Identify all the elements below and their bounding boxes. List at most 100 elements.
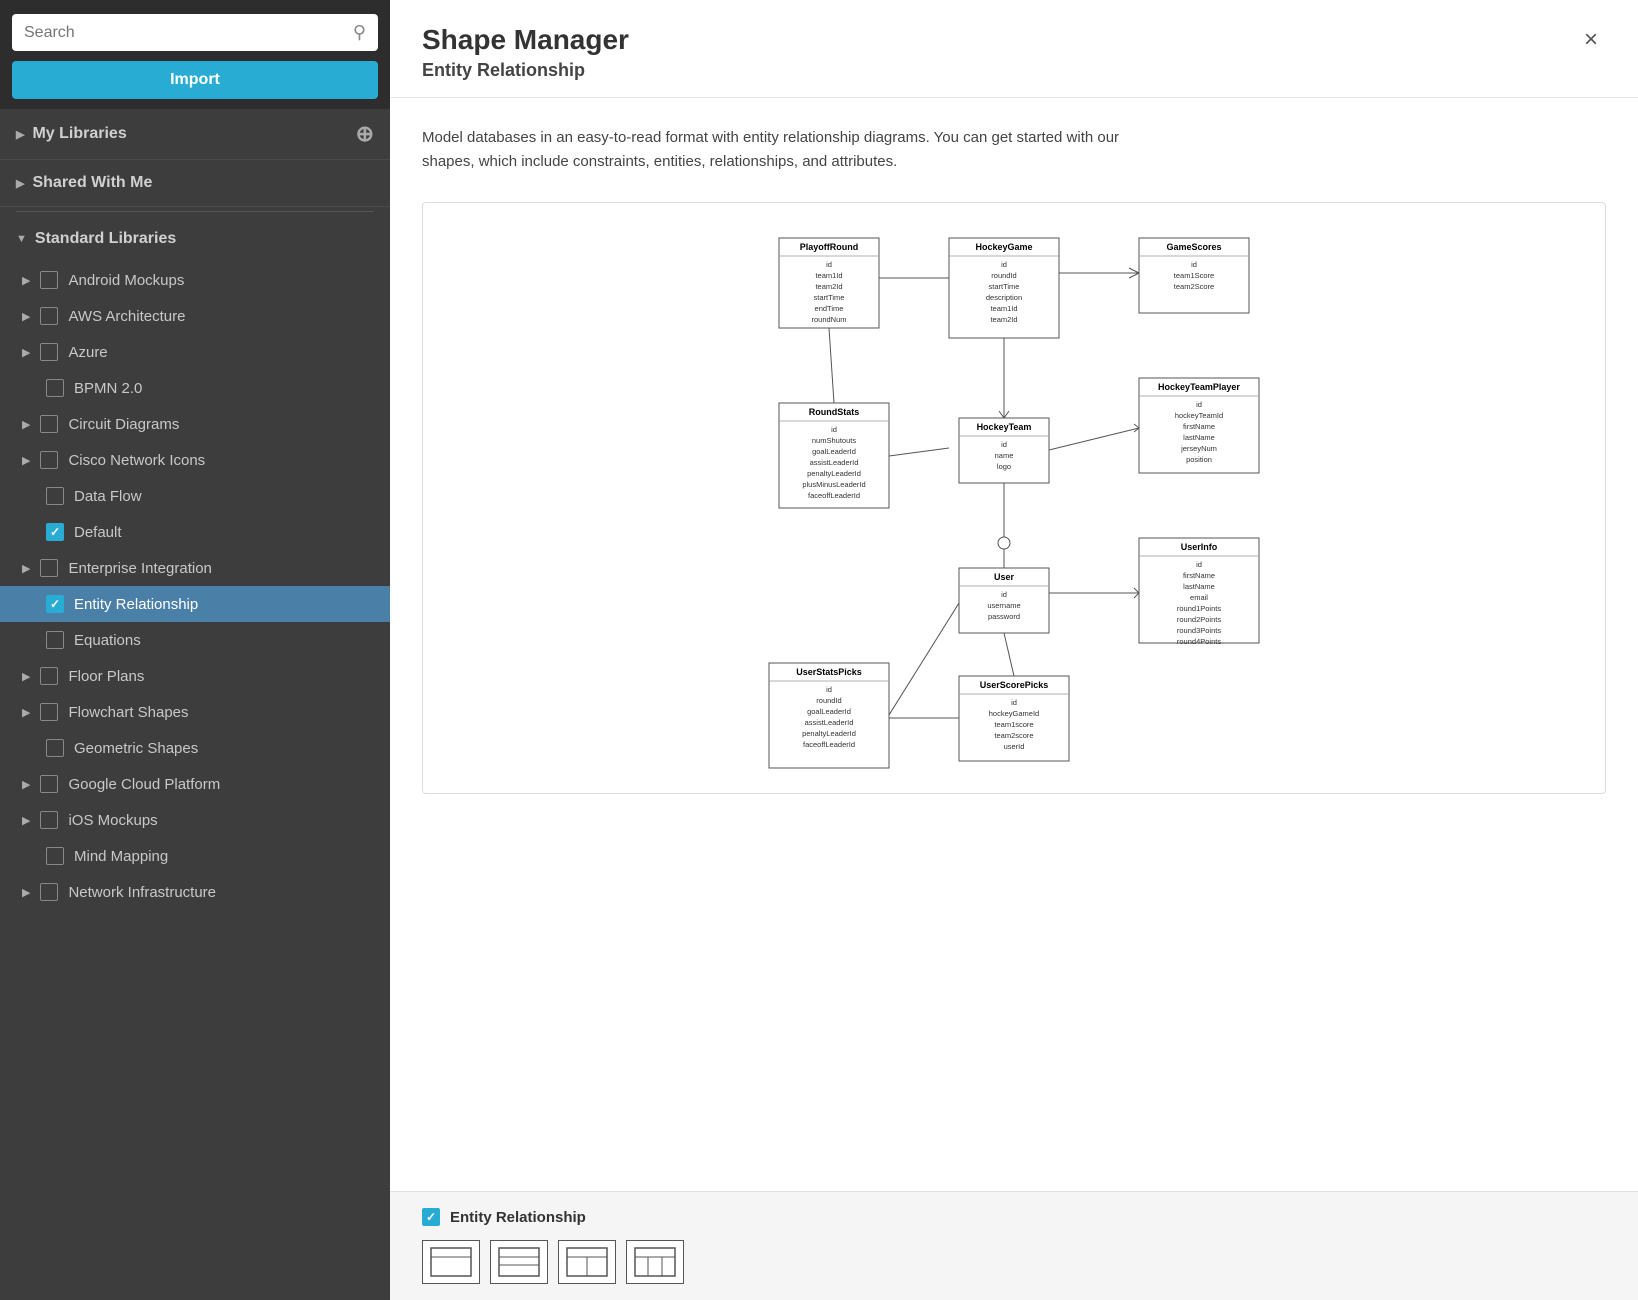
geometric-shapes-label: Geometric Shapes xyxy=(74,740,198,757)
sidebar-item-geometric-shapes[interactable]: Geometric Shapes xyxy=(0,730,390,766)
svg-text:goalLeaderId: goalLeaderId xyxy=(812,447,856,456)
svg-text:HockeyTeamPlayer: HockeyTeamPlayer xyxy=(1158,382,1240,392)
sidebar-item-cisco-network-icons[interactable]: ▶Cisco Network Icons xyxy=(0,442,390,478)
svg-text:id: id xyxy=(1196,400,1202,409)
svg-text:plusMinusLeaderId: plusMinusLeaderId xyxy=(802,480,865,489)
sidebar-item-enterprise-integration[interactable]: ▶ Enterprise Integration xyxy=(0,550,390,586)
mind-mapping-checkbox[interactable] xyxy=(46,847,64,865)
svg-text:assistLeaderId: assistLeaderId xyxy=(805,718,854,727)
circuit-diagrams-checkbox[interactable] xyxy=(40,415,58,433)
aws-architecture-checkbox[interactable] xyxy=(40,307,58,325)
svg-text:startTime: startTime xyxy=(989,282,1020,291)
svg-text:roundId: roundId xyxy=(816,696,841,705)
floor-plans-checkbox[interactable] xyxy=(40,667,58,685)
shape-thumb-2 xyxy=(490,1240,548,1284)
diagram-preview: .er-box { fill: white; stroke: #555; str… xyxy=(422,202,1606,794)
ios-mockups-label: iOS Mockups xyxy=(68,812,157,829)
svg-text:roundNum: roundNum xyxy=(811,315,846,324)
geometric-shapes-checkbox[interactable] xyxy=(46,739,64,757)
sidebar-item-network-infrastructure[interactable]: ▶Network Infrastructure xyxy=(0,874,390,910)
svg-text:id: id xyxy=(1001,440,1007,449)
svg-text:id: id xyxy=(826,260,832,269)
main-panel: Shape Manager Entity Relationship × Mode… xyxy=(390,0,1638,1300)
azure-checkbox[interactable] xyxy=(40,343,58,361)
aws-architecture-label: AWS Architecture xyxy=(68,308,185,325)
svg-text:id: id xyxy=(1196,560,1202,569)
equations-checkbox[interactable] xyxy=(46,631,64,649)
sidebar-item-bpmn-2[interactable]: BPMN 2.0 xyxy=(0,370,390,406)
network-infrastructure-chevron: ▶ xyxy=(22,886,30,899)
standard-chevron: ▼ xyxy=(16,233,27,245)
svg-text:id: id xyxy=(1191,260,1197,269)
svg-text:round4Points: round4Points xyxy=(1177,637,1221,646)
footer-label: Entity Relationship xyxy=(450,1209,586,1226)
google-cloud-platform-checkbox[interactable] xyxy=(40,775,58,793)
search-box[interactable]: ⚲ xyxy=(12,14,378,51)
svg-text:startTime: startTime xyxy=(814,293,845,302)
android-mockups-checkbox[interactable] xyxy=(40,271,58,289)
standard-libraries-label: Standard Libraries xyxy=(35,230,176,248)
sidebar-item-equations[interactable]: Equations xyxy=(0,622,390,658)
footer-checkbox[interactable] xyxy=(422,1208,440,1226)
svg-text:id: id xyxy=(1001,260,1007,269)
svg-text:position: position xyxy=(1186,455,1212,464)
network-infrastructure-checkbox[interactable] xyxy=(40,883,58,901)
bpmn-2-checkbox[interactable] xyxy=(46,379,64,397)
sidebar-item-google-cloud-platform[interactable]: ▶Google Cloud Platform xyxy=(0,766,390,802)
close-button[interactable]: × xyxy=(1576,24,1606,56)
sidebar-item-data-flow[interactable]: Data Flow xyxy=(0,478,390,514)
enterprise-integration-checkbox[interactable] xyxy=(40,559,58,577)
description-text: Model databases in an easy-to-read forma… xyxy=(422,126,1122,174)
azure-chevron: ▶ xyxy=(22,346,30,359)
import-button[interactable]: Import xyxy=(12,61,378,99)
sidebar-item-circuit-diagrams[interactable]: ▶Circuit Diagrams xyxy=(0,406,390,442)
entity-relationship-checkbox[interactable] xyxy=(46,595,64,613)
sidebar-item-flowchart-shapes[interactable]: ▶Flowchart Shapes xyxy=(0,694,390,730)
panel-body: Model databases in an easy-to-read forma… xyxy=(390,98,1638,1191)
svg-text:GameScores: GameScores xyxy=(1166,242,1221,252)
svg-text:endTime: endTime xyxy=(815,304,844,313)
shared-with-me-header[interactable]: ▶ Shared With Me xyxy=(0,160,390,207)
sidebar-item-aws-architecture[interactable]: ▶ AWS Architecture xyxy=(0,298,390,334)
flowchart-shapes-checkbox[interactable] xyxy=(40,703,58,721)
data-flow-checkbox[interactable] xyxy=(46,487,64,505)
my-libraries-header[interactable]: ▶ My Libraries ⊕ xyxy=(0,109,390,160)
enterprise-integration-label: Enterprise Integration xyxy=(68,560,211,577)
entity-relationship-label: Entity Relationship xyxy=(74,596,198,613)
sidebar-item-mind-mapping[interactable]: Mind Mapping xyxy=(0,838,390,874)
svg-text:HockeyTeam: HockeyTeam xyxy=(977,422,1032,432)
sidebar-item-entity-relationship[interactable]: Entity Relationship xyxy=(0,586,390,622)
sidebar-item-azure[interactable]: ▶ Azure xyxy=(0,334,390,370)
sidebar-item-default[interactable]: Default xyxy=(0,514,390,550)
svg-text:round3Points: round3Points xyxy=(1177,626,1221,635)
azure-label: Azure xyxy=(68,344,107,361)
svg-text:lastName: lastName xyxy=(1183,582,1215,591)
sidebar-item-android-mockups[interactable]: ▶Android Mockups xyxy=(0,262,390,298)
svg-text:firstName: firstName xyxy=(1183,571,1215,580)
svg-text:User: User xyxy=(994,572,1015,582)
svg-text:faceoffLeaderId: faceoffLeaderId xyxy=(803,740,855,749)
sidebar-item-ios-mockups[interactable]: ▶iOS Mockups xyxy=(0,802,390,838)
svg-text:id: id xyxy=(1001,590,1007,599)
svg-text:faceoffLeaderId: faceoffLeaderId xyxy=(808,491,860,500)
svg-text:hockeyGameId: hockeyGameId xyxy=(989,709,1039,718)
search-input[interactable] xyxy=(24,24,345,42)
svg-text:id: id xyxy=(826,685,832,694)
mind-mapping-label: Mind Mapping xyxy=(74,848,168,865)
enterprise-integration-chevron: ▶ xyxy=(22,562,30,575)
svg-text:description: description xyxy=(986,293,1022,302)
sidebar-item-floor-plans[interactable]: ▶Floor Plans xyxy=(0,658,390,694)
svg-text:penaltyLeaderId: penaltyLeaderId xyxy=(802,729,856,738)
cisco-network-icons-chevron: ▶ xyxy=(22,454,30,467)
ios-mockups-checkbox[interactable] xyxy=(40,811,58,829)
svg-text:goalLeaderId: goalLeaderId xyxy=(807,707,851,716)
svg-text:UserStatsPicks: UserStatsPicks xyxy=(796,667,862,677)
default-checkbox[interactable] xyxy=(46,523,64,541)
add-library-button[interactable]: ⊕ xyxy=(356,123,374,145)
google-cloud-platform-label: Google Cloud Platform xyxy=(68,776,220,793)
standard-libraries-header[interactable]: ▼ Standard Libraries xyxy=(0,216,390,262)
aws-architecture-chevron: ▶ xyxy=(22,310,30,323)
svg-text:team2Id: team2Id xyxy=(990,315,1017,324)
circuit-diagrams-chevron: ▶ xyxy=(22,418,30,431)
cisco-network-icons-checkbox[interactable] xyxy=(40,451,58,469)
